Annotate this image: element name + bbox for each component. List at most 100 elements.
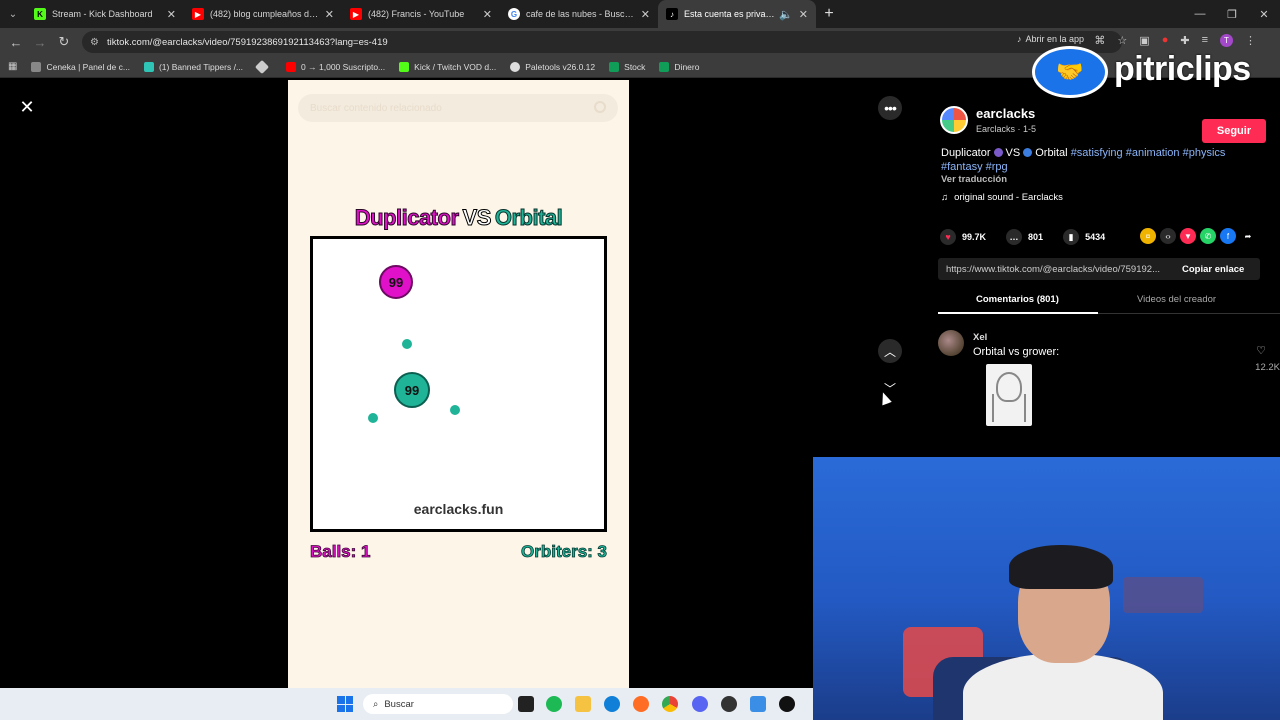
bookmark-icon bbox=[254, 59, 270, 74]
browser-tab-3[interactable]: ▶ (482) Francis - YouTube ✕ bbox=[342, 0, 500, 28]
search-icon[interactable] bbox=[594, 101, 606, 113]
comment-text: Orbital vs grower: bbox=[973, 346, 1060, 358]
bookmark-6[interactable]: Paletools v26.0.12 bbox=[510, 61, 595, 72]
bookmark-2[interactable]: (1) Banned Tippers /... bbox=[143, 61, 243, 72]
close-tab-icon[interactable]: ✕ bbox=[799, 8, 808, 21]
close-tab-icon[interactable]: ✕ bbox=[325, 8, 334, 21]
hashtag-link[interactable]: #rpg bbox=[986, 161, 1008, 173]
bookmark-5[interactable]: Kick / Twitch VOD d... bbox=[399, 61, 496, 72]
close-tab-icon[interactable]: ✕ bbox=[641, 8, 650, 21]
kick-icon: K bbox=[34, 8, 46, 20]
windows-start-icon[interactable] bbox=[337, 696, 353, 712]
tiktok-icon[interactable] bbox=[779, 696, 795, 712]
copy-link-row: https://www.tiktok.com/@earclacks/video/… bbox=[938, 258, 1260, 280]
browser-tab-5[interactable]: ♪ Esta cuenta es privada. Sigu 🔈 ✕ bbox=[658, 0, 816, 28]
sound-link[interactable]: ♫ original sound - Earclacks bbox=[941, 192, 1063, 203]
close-tab-icon[interactable]: ✕ bbox=[167, 8, 176, 21]
open-in-app-label: Abrir en la app bbox=[1025, 34, 1084, 44]
spotify-icon[interactable] bbox=[546, 696, 562, 712]
hashtag-link[interactable]: #fantasy bbox=[941, 161, 983, 173]
more-options-icon[interactable]: ••• bbox=[878, 96, 902, 120]
discord-icon[interactable] bbox=[692, 696, 708, 712]
comment-item: Xel Orbital vs grower: ♡ 12.2K bbox=[938, 330, 1280, 430]
browser-tab-1[interactable]: K Stream - Kick Dashboard ✕ bbox=[26, 0, 184, 28]
site-info-icon[interactable]: ⚙ bbox=[90, 37, 99, 48]
share-arrow-icon[interactable]: ➦ bbox=[1240, 228, 1256, 244]
minimize-icon[interactable]: — bbox=[1184, 0, 1216, 28]
follow-button[interactable]: Seguir bbox=[1202, 119, 1266, 143]
handshake-icon: 🤝 bbox=[1032, 46, 1108, 98]
close-video-icon[interactable]: ✕ bbox=[16, 96, 38, 118]
previous-video-icon[interactable]: ︿ bbox=[878, 339, 902, 363]
edge-icon[interactable] bbox=[604, 696, 620, 712]
browser-tabbar: ⌄ K Stream - Kick Dashboard ✕ ▶ (482) bl… bbox=[0, 0, 1280, 28]
bookmark-4[interactable]: 0 → 1,000 Suscripto... bbox=[286, 61, 385, 72]
author-name[interactable]: earclacks bbox=[976, 106, 1035, 121]
audio-icon[interactable]: 🔈 bbox=[779, 8, 793, 21]
chrome-icon[interactable] bbox=[662, 696, 678, 712]
firefox-icon[interactable] bbox=[633, 696, 649, 712]
orbital-ball: 99 bbox=[394, 372, 430, 408]
browser-tab-2[interactable]: ▶ (482) blog cumpleaños de Ciro ✕ bbox=[184, 0, 342, 28]
comment-button[interactable]: … 801 bbox=[1006, 229, 1043, 245]
back-icon[interactable]: ← bbox=[4, 35, 28, 50]
close-tab-icon[interactable]: ✕ bbox=[483, 8, 492, 21]
taskview-icon[interactable] bbox=[518, 696, 534, 712]
open-in-app-button[interactable]: ♪ Abrir en la app bbox=[1017, 34, 1084, 44]
hashtag-link[interactable]: #satisfying bbox=[1071, 147, 1123, 159]
coin-icon[interactable]: ¤ bbox=[1140, 228, 1156, 244]
restore-icon[interactable]: ❐ bbox=[1216, 0, 1248, 28]
close-window-icon[interactable]: ✕ bbox=[1248, 0, 1280, 28]
copy-link-button[interactable]: Copiar enlace bbox=[1182, 264, 1244, 275]
facebook-icon[interactable]: f bbox=[1220, 228, 1236, 244]
tab-creator-videos[interactable]: Videos del creador bbox=[1137, 294, 1216, 305]
game-title: Duplicator VS Orbital bbox=[288, 205, 629, 231]
commenter-avatar[interactable] bbox=[938, 330, 964, 356]
music-note-icon: ♫ bbox=[941, 192, 949, 203]
like-button[interactable]: ♥ 99.7K bbox=[940, 229, 986, 245]
reload-icon[interactable]: ↻ bbox=[52, 34, 76, 50]
hashtag-link[interactable]: #physics bbox=[1183, 147, 1226, 159]
app-icon[interactable] bbox=[750, 696, 766, 712]
bookmark-icon: ▮ bbox=[1063, 229, 1080, 245]
duplicator-ball: 99 bbox=[379, 265, 413, 299]
commenter-name[interactable]: Xel bbox=[973, 332, 987, 343]
whatsapp-icon[interactable]: ✆ bbox=[1200, 228, 1216, 244]
author-avatar[interactable] bbox=[940, 106, 968, 134]
tab-title: cafe de las nubes - Buscar con G bbox=[526, 9, 635, 19]
embed-icon[interactable]: ‹› bbox=[1160, 228, 1176, 244]
tab-comments[interactable]: Comentarios (801) bbox=[976, 294, 1059, 305]
taskbar-search[interactable]: ⌕ Buscar bbox=[363, 694, 513, 714]
translate-link[interactable]: Ver traducción bbox=[941, 174, 1007, 185]
game-arena: 99 99 earclacks.fun bbox=[310, 236, 607, 532]
comment-like-icon[interactable]: ♡ bbox=[1256, 344, 1266, 357]
bookmark-8[interactable]: Dinero bbox=[659, 61, 699, 72]
repost-icon[interactable]: ▼ bbox=[1180, 228, 1196, 244]
search-placeholder: Buscar contenido relacionado bbox=[310, 102, 442, 114]
hashtag-link[interactable]: #animation bbox=[1126, 147, 1180, 159]
bookmark-7[interactable]: Stock bbox=[609, 61, 645, 72]
save-button[interactable]: ▮ 5434 bbox=[1063, 229, 1105, 245]
tab-search-icon[interactable]: ⌄ bbox=[0, 0, 26, 28]
video-player[interactable]: Buscar contenido relacionado Duplicator V… bbox=[288, 80, 629, 688]
google-icon: G bbox=[508, 8, 520, 20]
bookmark-icon bbox=[143, 61, 154, 72]
obs-icon[interactable] bbox=[721, 696, 737, 712]
file-explorer-icon[interactable] bbox=[575, 696, 591, 712]
kick-icon bbox=[399, 61, 410, 72]
youtube-icon: ▶ bbox=[192, 8, 204, 20]
address-bar[interactable]: ⚙ tiktok.com/@earclacks/video/7591923869… bbox=[82, 31, 1122, 53]
bookmark-3[interactable] bbox=[254, 59, 272, 74]
tiktok-icon: ♪ bbox=[1016, 34, 1022, 44]
bookmark-1[interactable]: Ceneka | Panel de c... bbox=[31, 61, 130, 72]
video-link-text[interactable]: https://www.tiktok.com/@earclacks/video/… bbox=[938, 264, 1174, 275]
save-count: 5434 bbox=[1085, 232, 1106, 242]
engagement-row: ♥ 99.7K … 801 ▮ 5434 ¤ ‹› ▼ ✆ f ➦ bbox=[940, 228, 1270, 246]
orbiters-counter: Orbiters: 3 bbox=[521, 542, 608, 562]
logo-text: pitriclips bbox=[1114, 50, 1251, 88]
apps-icon[interactable]: ▦ bbox=[8, 61, 17, 72]
new-tab-button[interactable]: + bbox=[816, 5, 842, 23]
related-search-input[interactable]: Buscar contenido relacionado bbox=[298, 94, 618, 122]
forward-icon[interactable]: → bbox=[28, 35, 52, 50]
browser-tab-4[interactable]: G cafe de las nubes - Buscar con G ✕ bbox=[500, 0, 658, 28]
